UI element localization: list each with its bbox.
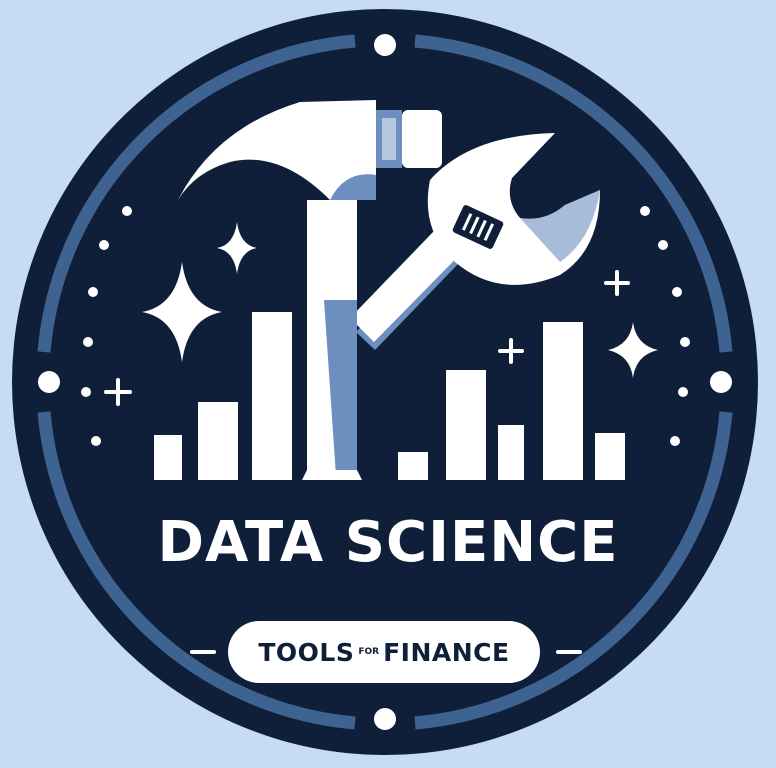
right-dash [556, 650, 582, 654]
badge-title: DATA SCIENCE [157, 510, 619, 575]
subtitle-tools: TOOLS [258, 637, 355, 667]
subtitle-pill: TOOLS FOR FINANCE [228, 621, 540, 683]
subtitle-for: FOR [358, 647, 380, 657]
logo-badge: DATA SCIENCE TOOLS FOR FINANCE [0, 0, 776, 768]
left-dash [190, 650, 216, 654]
subtitle-finance: FINANCE [383, 637, 510, 667]
